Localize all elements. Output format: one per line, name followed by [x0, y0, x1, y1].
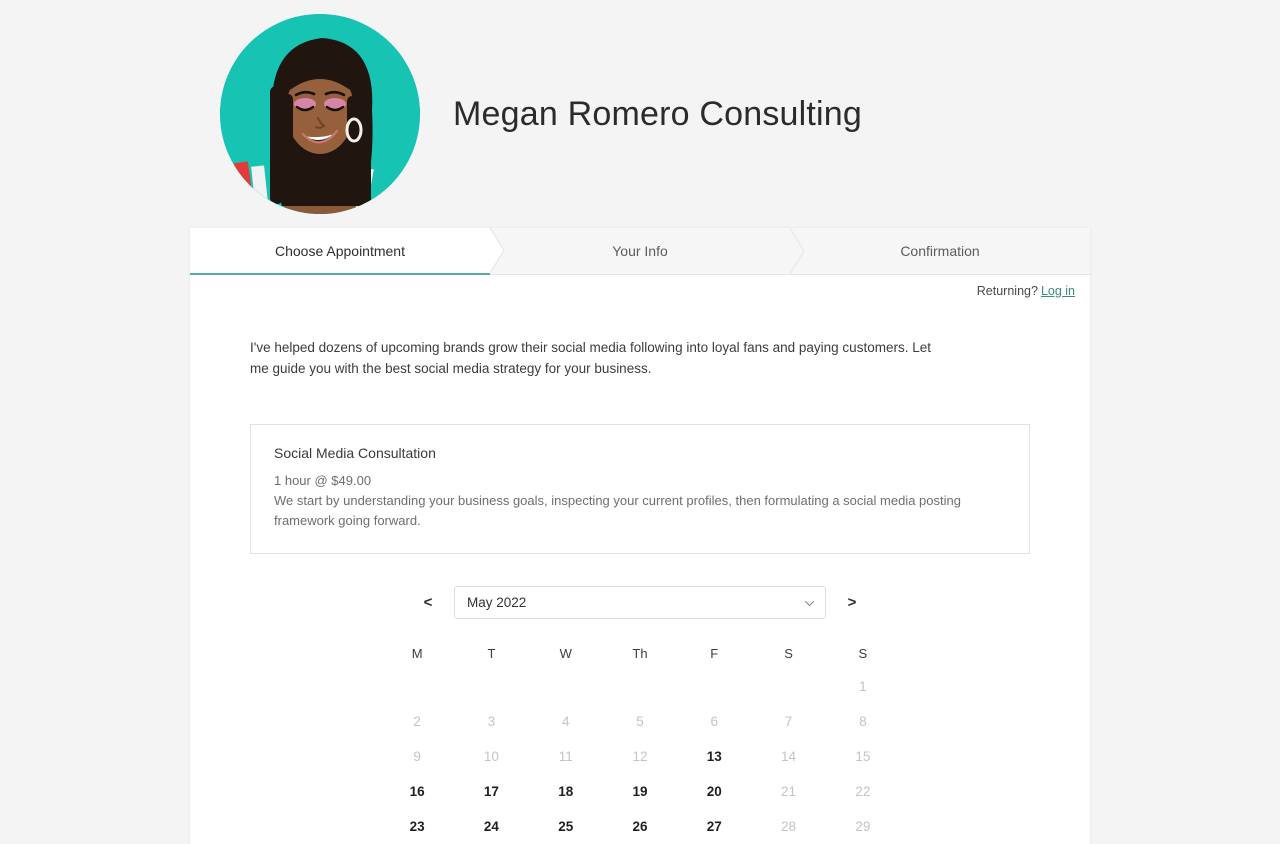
service-card[interactable]: Social Media Consultation 1 hour @ $49.0…	[250, 424, 1030, 554]
calendar-day-13[interactable]: 13	[677, 739, 751, 774]
month-navigation: < May 2022 >	[250, 586, 1030, 619]
calendar-week-row: 16 17 18 19 20 21 22	[380, 774, 900, 809]
booking-panel: Choose Appointment Your Info Confirmatio…	[190, 228, 1090, 844]
calendar-day-28: 28	[781, 819, 797, 834]
calendar-day-29: 29	[855, 819, 871, 834]
calendar-day-19[interactable]: 19	[603, 774, 677, 809]
calendar-day-27[interactable]: 27	[677, 809, 751, 844]
calendar-cell-empty	[751, 669, 825, 704]
calendar-day-5: 5	[636, 714, 644, 729]
service-description: We start by understanding your business …	[274, 493, 961, 528]
calendar-day-14: 14	[781, 749, 797, 764]
calendar-week-row: 1	[380, 669, 900, 704]
calendar-cell-empty	[677, 669, 751, 704]
log-in-link[interactable]: Log in	[1041, 284, 1075, 298]
calendar-weekday-1: T	[487, 646, 496, 661]
calendar-weekday-2: W	[559, 646, 572, 661]
calendar-day-25[interactable]: 25	[529, 809, 603, 844]
calendar-day-9: 9	[413, 749, 421, 764]
page-title: Megan Romero Consulting	[453, 94, 863, 133]
calendar-weekday-0: M	[411, 646, 423, 661]
service-name: Social Media Consultation	[274, 445, 436, 461]
calendar-day-2: 2	[413, 714, 421, 729]
panel-content: I've helped dozens of upcoming brands gr…	[190, 338, 1090, 844]
tab-confirmation[interactable]: Confirmation	[790, 228, 1090, 275]
calendar-cell-empty	[454, 669, 528, 704]
calendar-weeks: 1 2 3 4 5 6 7 8 9 10 11 12 13 14 15 16 17 18 19 20 21 22 23 24 2…	[380, 669, 900, 844]
calendar-day-12: 12	[632, 749, 648, 764]
tab-label: Your Info	[612, 243, 668, 259]
returning-user-bar: Returning? Log in	[190, 275, 1090, 306]
calendar-day-20[interactable]: 20	[677, 774, 751, 809]
chevron-down-icon	[804, 597, 815, 608]
calendar-week-row: 2 3 4 5 6 7 8	[380, 704, 900, 739]
calendar-day-7: 7	[784, 714, 793, 729]
calendar-day-3: 3	[487, 714, 496, 729]
calendar-cell-empty	[603, 669, 677, 704]
calendar-cell-empty	[529, 669, 603, 704]
calendar-day-10: 10	[483, 749, 499, 764]
calendar-weekday-4: F	[710, 646, 719, 661]
tab-your-info[interactable]: Your Info	[490, 228, 804, 275]
calendar-day-15: 15	[855, 749, 871, 764]
month-select[interactable]: May 2022	[454, 586, 826, 619]
calendar-cell-empty	[380, 669, 454, 704]
previous-month-button[interactable]: <	[415, 594, 441, 611]
calendar-weekday-5: S	[784, 646, 793, 661]
tab-choose-appointment[interactable]: Choose Appointment	[190, 228, 504, 275]
avatar	[220, 14, 420, 214]
wizard-tabs: Choose Appointment Your Info Confirmatio…	[190, 228, 1090, 275]
calendar-week-row: 9 10 11 12 13 14 15	[380, 739, 900, 774]
date-picker-calendar: M T W Th F S S 1 2 3 4 5 6 7 8 9 10 11 12 13 14 15 16 17 18 19 20…	[380, 639, 900, 844]
returning-prompt: Returning?	[976, 283, 1038, 298]
calendar-day-8: 8	[859, 714, 867, 729]
intro-text: I've helped dozens of upcoming brands gr…	[250, 340, 931, 376]
service-price: 1 hour @ $49.00	[274, 473, 372, 488]
calendar-weekday-header: M T W Th F S S	[380, 639, 900, 669]
tab-label: Confirmation	[900, 243, 980, 259]
calendar-day-18[interactable]: 18	[529, 774, 603, 809]
tab-label: Choose Appointment	[275, 242, 405, 259]
calendar-day-26[interactable]: 26	[603, 809, 677, 844]
calendar-day-1: 1	[859, 679, 867, 694]
calendar-day-17[interactable]: 17	[454, 774, 528, 809]
calendar-day-24[interactable]: 24	[454, 809, 528, 844]
calendar-day-22: 22	[855, 784, 871, 799]
calendar-weekday-3: Th	[632, 646, 648, 661]
calendar-weekday-6: S	[858, 646, 868, 661]
calendar-day-6: 6	[710, 714, 719, 729]
calendar-day-21: 21	[781, 784, 797, 799]
calendar-week-row: 23 24 25 26 27 28 29	[380, 809, 900, 844]
calendar-day-23[interactable]: 23	[380, 809, 454, 844]
page-header: Megan Romero Consulting	[0, 0, 1280, 228]
calendar-day-16[interactable]: 16	[380, 774, 454, 809]
month-select-value: May 2022	[467, 595, 527, 610]
calendar-day-4: 4	[561, 714, 570, 729]
calendar-day-11: 11	[558, 749, 573, 764]
next-month-button[interactable]: >	[839, 594, 865, 611]
